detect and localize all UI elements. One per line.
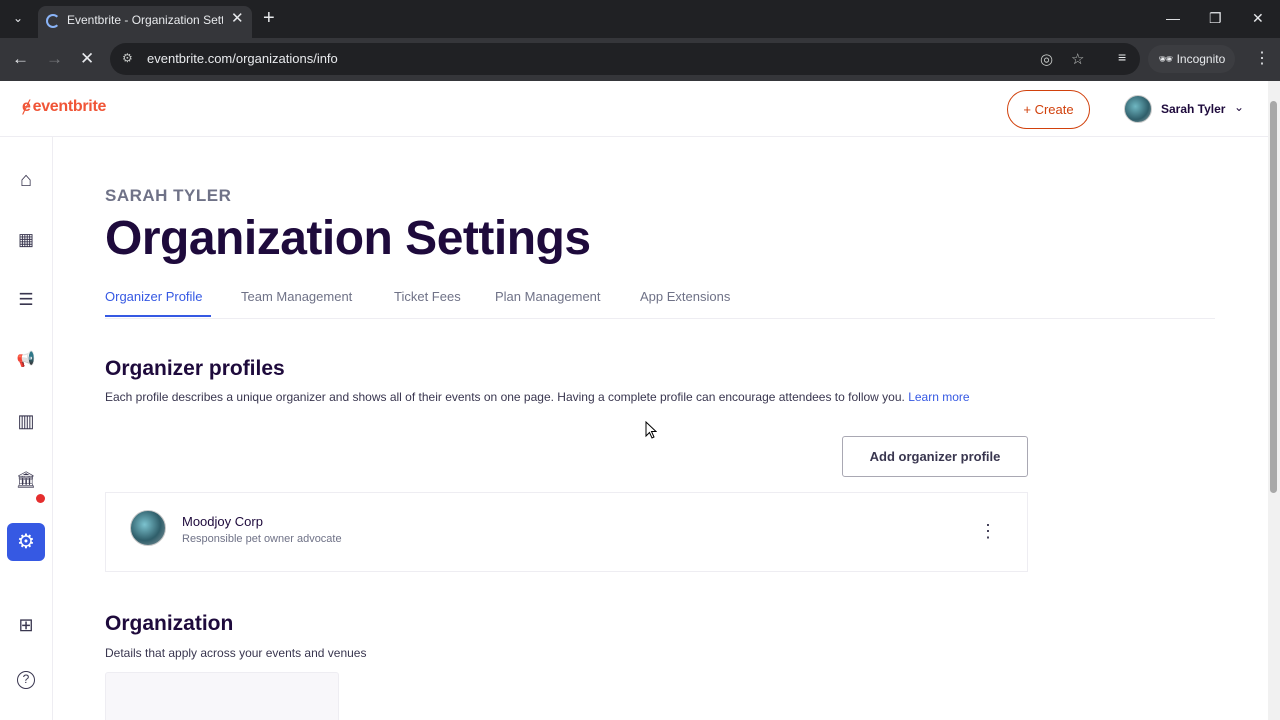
browser-toolbar: ← → ✕ ⚙ eventbrite.com/organizations/inf…: [0, 38, 1280, 81]
new-tab-button[interactable]: +: [263, 7, 275, 29]
url-text[interactable]: eventbrite.com/organizations/info: [147, 51, 338, 66]
site-info-icon[interactable]: ⚙: [122, 51, 133, 65]
loading-spinner-icon: [46, 14, 60, 28]
address-bar[interactable]: ⚙ eventbrite.com/organizations/info ◎ ☆: [110, 43, 1140, 75]
active-tab-indicator: [105, 315, 211, 317]
help-icon[interactable]: ?: [17, 671, 35, 689]
gear-icon[interactable]: ⚙: [7, 523, 45, 561]
browser-tab[interactable]: Eventbrite - Organization Settings ✕: [38, 6, 252, 38]
organization-description: Details that apply across your events an…: [105, 646, 367, 660]
calendar-icon[interactable]: ▦: [12, 226, 40, 254]
bank-icon[interactable]: 🏛: [12, 467, 40, 495]
page-scrollbar[interactable]: [1268, 81, 1280, 720]
left-sidebar: ⌂ ▦ ☰ 📢 ▥ 🏛 ⚙ ⊞ ?: [0, 137, 53, 720]
notification-dot: [36, 494, 45, 503]
stop-loading-icon[interactable]: ✕: [80, 49, 94, 69]
tab-plan-management[interactable]: Plan Management: [495, 289, 601, 304]
megaphone-icon[interactable]: 📢: [12, 346, 40, 374]
reading-list-icon[interactable]: ≡: [1118, 49, 1126, 65]
profile-name[interactable]: Moodjoy Corp: [182, 514, 263, 529]
organization-logo-placeholder[interactable]: [105, 672, 339, 720]
learn-more-link[interactable]: Learn more: [908, 390, 969, 404]
list-item[interactable]: Moodjoy Corp Responsible pet owner advoc…: [105, 492, 1028, 572]
bar-chart-icon[interactable]: ▥: [12, 407, 40, 435]
organization-owner: SARAH TYLER: [105, 186, 232, 205]
incognito-icon: 🕶: [1158, 52, 1177, 66]
add-organizer-profile-button[interactable]: Add organizer profile: [842, 436, 1028, 477]
close-window-button[interactable]: ✕: [1252, 8, 1264, 28]
tab-search-icon[interactable]: ⌄: [8, 8, 28, 28]
user-name: Sarah Tyler: [1161, 102, 1226, 116]
browser-tab-strip: ⌄ Eventbrite - Organization Settings ✕ +…: [0, 0, 1280, 38]
more-options-icon[interactable]: ⋮: [979, 522, 997, 540]
page: ɇ eventbrite + Create Sarah Tyler ⌄ ⌂ ▦ ☰…: [0, 81, 1268, 720]
avatar: [1124, 95, 1152, 123]
chevron-down-icon: ⌄: [1234, 100, 1245, 114]
settings-tabs: Organizer Profile Team Management Ticket…: [105, 287, 1215, 319]
bookmark-star-icon[interactable]: ☆: [1071, 50, 1084, 68]
site-header: ɇ eventbrite + Create Sarah Tyler ⌄: [0, 81, 1268, 137]
tab-organizer-profile[interactable]: Organizer Profile: [105, 289, 203, 304]
tab-title: Eventbrite - Organization Settings: [67, 13, 223, 27]
organizer-profiles-description: Each profile describes a unique organize…: [105, 390, 970, 404]
eventbrite-logo-icon: ɇ: [22, 98, 31, 115]
organizer-profiles-heading: Organizer profiles: [105, 357, 285, 380]
tab-app-extensions[interactable]: App Extensions: [640, 289, 730, 304]
tab-team-management[interactable]: Team Management: [241, 289, 352, 304]
scrollbar-thumb[interactable]: [1270, 101, 1277, 493]
create-button[interactable]: + Create: [1007, 90, 1090, 129]
restore-button[interactable]: ❐: [1209, 8, 1222, 28]
back-arrow-icon[interactable]: ←: [12, 49, 29, 69]
organization-heading: Organization: [105, 612, 234, 635]
minimize-button[interactable]: —: [1166, 8, 1180, 28]
orders-icon[interactable]: ☰: [12, 286, 40, 314]
forward-arrow-icon[interactable]: →: [46, 49, 63, 69]
browser-menu-icon[interactable]: ⋮: [1254, 48, 1270, 68]
page-title: Organization Settings: [105, 212, 591, 265]
eventbrite-logo[interactable]: ɇ eventbrite: [22, 98, 106, 116]
profile-tagline: Responsible pet owner advocate: [182, 533, 342, 545]
apps-grid-icon[interactable]: ⊞: [12, 611, 40, 639]
avatar: [130, 510, 166, 546]
description-text: Each profile describes a unique organize…: [105, 390, 905, 404]
incognito-badge[interactable]: 🕶 Incognito: [1148, 45, 1236, 73]
home-icon[interactable]: ⌂: [12, 166, 40, 194]
incognito-label: Incognito: [1176, 52, 1226, 66]
logo-text: eventbrite: [32, 98, 107, 115]
tab-close-icon[interactable]: ✕: [231, 11, 244, 27]
mouse-cursor-icon: [645, 421, 657, 439]
eye-off-icon[interactable]: ◎: [1040, 50, 1053, 68]
tab-ticket-fees[interactable]: Ticket Fees: [394, 289, 461, 304]
